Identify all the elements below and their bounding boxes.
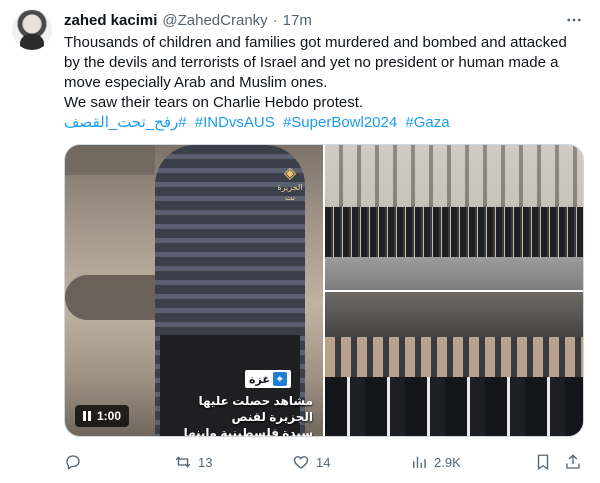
photo-crowd — [325, 207, 583, 257]
pause-icon[interactable] — [83, 411, 91, 421]
hashtags: #رفح_تحت_القصف #INDvsAUS #SuperBowl2024 … — [64, 113, 454, 133]
video-caption: مشاهد حصلت عليها الجزيرة لقنص سيدة فلسطي… — [153, 393, 313, 437]
separator-dot: · — [272, 11, 278, 29]
photo-suits — [325, 377, 583, 436]
like-button[interactable]: 14 — [292, 450, 330, 474]
location-badge: غزة ⌖ — [245, 370, 291, 388]
video-duration: 1:00 — [97, 409, 122, 423]
tweet-text-line: by the devils and terrorists of Israel a… — [64, 54, 559, 71]
bookmark-button[interactable] — [534, 450, 558, 474]
more-dots-icon[interactable] — [562, 8, 586, 32]
hashtag-gaza[interactable]: #Gaza — [405, 114, 449, 131]
video-player[interactable]: ◈ الجزيرة نت غزة ⌖ مشاهد حصلت عليها الجز… — [65, 145, 323, 437]
views-button[interactable]: 2.9K — [410, 450, 461, 474]
retweet-count: 13 — [198, 454, 213, 470]
hashtag-superbowl[interactable]: #SuperBowl2024 — [283, 114, 397, 131]
user-handle[interactable]: @ZahedCranky — [162, 12, 267, 29]
hashtag-indvsaus[interactable]: #INDvsAUS — [195, 114, 275, 131]
photo-leaders-march[interactable] — [325, 292, 583, 436]
video-caption-line: مشاهد حصلت عليها الجزيرة لقنص — [198, 394, 313, 424]
photo-buildings — [325, 145, 583, 210]
video-controls[interactable]: 1:00 — [75, 405, 130, 427]
tweet-text: Thousands of children and families got m… — [64, 33, 584, 113]
share-button[interactable] — [564, 450, 588, 474]
aljazeera-logo: ◈ الجزيرة نت — [275, 165, 305, 202]
display-name[interactable]: zahed kacimi — [64, 12, 157, 29]
reply-button[interactable] — [64, 450, 88, 474]
media-grid: ◈ الجزيرة نت غزة ⌖ مشاهد حصلت عليها الجز… — [64, 144, 584, 437]
photo-road — [325, 257, 583, 290]
reply-icon — [66, 455, 80, 471]
logo-text: الجزيرة نت — [277, 183, 303, 202]
video-rubble — [65, 145, 155, 175]
photo-faces — [325, 337, 583, 377]
tweet-text-line: Thousands of children and families got m… — [64, 34, 567, 51]
avatar[interactable] — [12, 10, 52, 50]
views-icon — [413, 456, 426, 468]
heart-icon — [293, 456, 309, 469]
video-caption-line: سيدة فلسطينية وابنها — [183, 426, 313, 437]
like-count: 14 — [316, 454, 331, 470]
location-label: غزة — [249, 373, 270, 386]
bookmark-icon — [537, 454, 549, 471]
tweet-text-line: move especially Arab and Muslim ones. — [64, 74, 328, 91]
action-bar: 13 14 2.9K — [64, 450, 584, 474]
retweet-icon — [175, 456, 191, 468]
share-icon — [566, 454, 580, 469]
views-count: 2.9K — [434, 454, 461, 470]
location-pin-icon: ⌖ — [272, 372, 287, 386]
tweet-text-line: We saw their tears on Charlie Hebdo prot… — [64, 94, 364, 111]
photo-march-street[interactable] — [325, 145, 583, 290]
hashtag-rafah[interactable]: #رفح_تحت_القصف — [64, 114, 187, 131]
tweet-header: zahed kacimi @ZahedCranky · 17m — [64, 10, 312, 30]
timestamp[interactable]: 17m — [283, 12, 312, 29]
retweet-button[interactable]: 13 — [174, 450, 212, 474]
